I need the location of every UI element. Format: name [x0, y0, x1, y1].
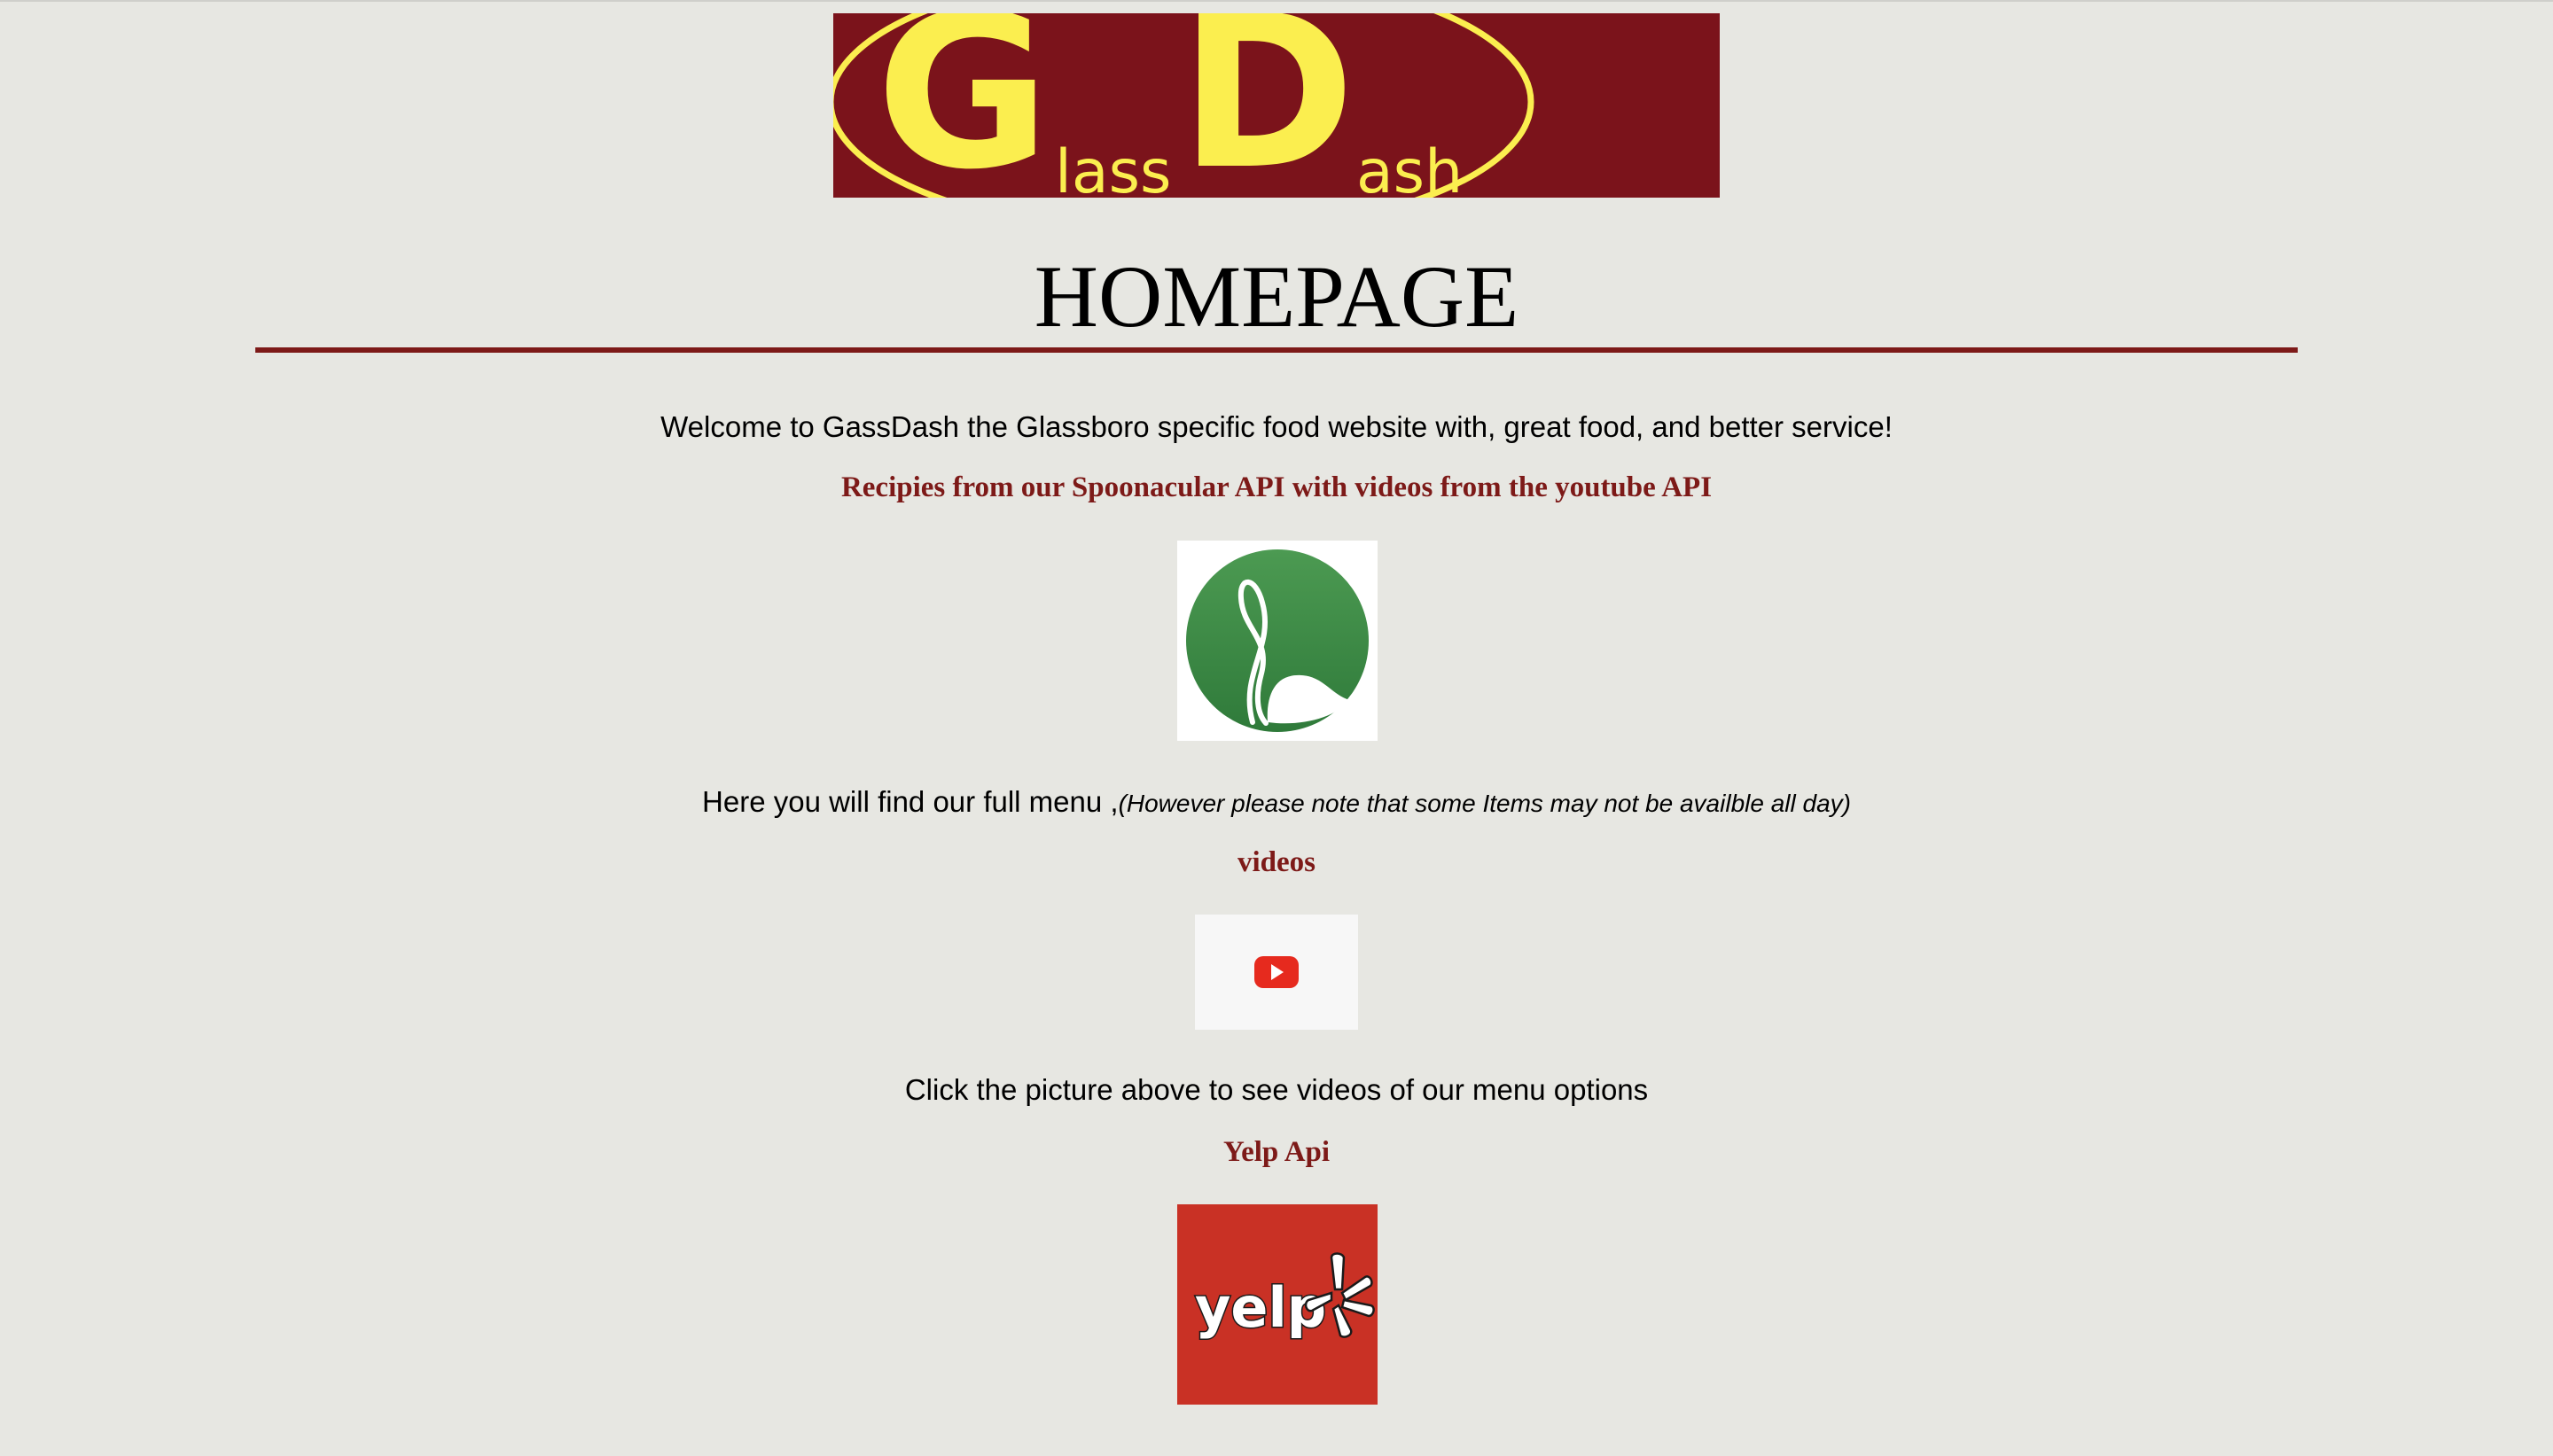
- spoonacular-subheading: Recipies from our Spoonacular API with v…: [840, 471, 1713, 503]
- menu-text-line: Here you will find our full menu ,(Howev…: [0, 784, 2553, 821]
- logo-letter-g: G: [876, 13, 1050, 198]
- yelp-subheading: Yelp Api: [1222, 1136, 1331, 1168]
- menu-availability-note: (However please note that some Items may…: [1118, 790, 1851, 817]
- welcome-text: Welcome to GassDash the Glassboro specif…: [660, 410, 1893, 443]
- youtube-play-icon: [1254, 956, 1299, 988]
- page: G lass D ash HOMEPAGE Welcome to GassDas…: [0, 0, 2553, 1456]
- page-title: HOMEPAGE: [1034, 247, 1519, 346]
- spoonacular-logo-icon: [1186, 549, 1369, 732]
- title-divider: [255, 347, 2298, 353]
- videos-caption: Click the picture above to see videos of…: [904, 1073, 1649, 1106]
- glassdash-logo-art: G lass D ash: [833, 13, 1534, 198]
- videos-subheading: videos: [1237, 846, 1316, 878]
- youtube-videos-link[interactable]: [1195, 915, 1358, 1030]
- yelp-link[interactable]: yelp: [1177, 1204, 1378, 1405]
- logo-word-ash: ash: [1356, 137, 1463, 198]
- glassdash-logo: G lass D ash: [833, 13, 1720, 198]
- spoonacular-link[interactable]: [1177, 541, 1378, 741]
- logo-word-lass: lass: [1055, 137, 1171, 198]
- menu-text: Here you will find our full menu ,: [702, 785, 1119, 818]
- logo-letter-d: D: [1179, 13, 1355, 198]
- yelp-logo-icon: yelp: [1194, 1252, 1375, 1342]
